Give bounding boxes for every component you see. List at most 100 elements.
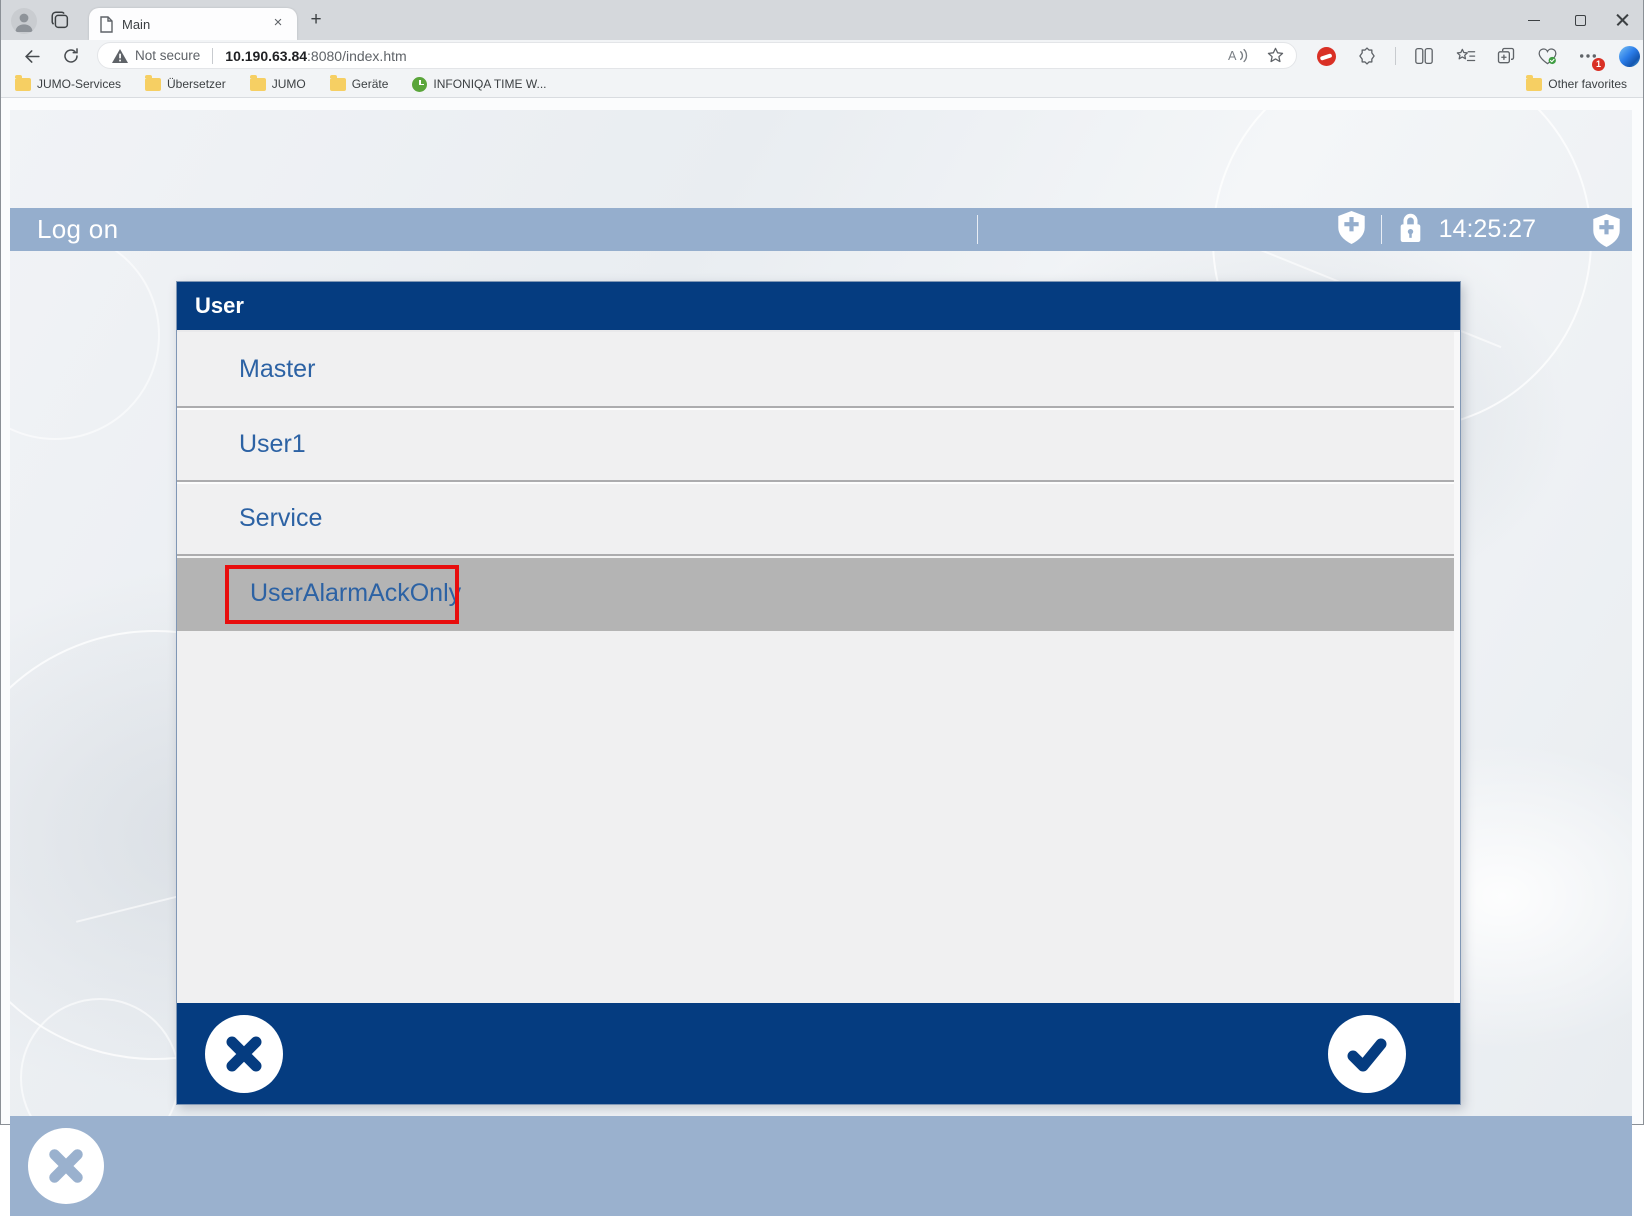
bookmark-jumo-services[interactable]: JUMO-Services — [15, 77, 121, 91]
cancel-x-icon — [44, 1144, 88, 1188]
split-screen-button[interactable] — [1411, 43, 1437, 69]
bookmark-jumo[interactable]: JUMO — [250, 77, 306, 91]
clock-display: 14:25:27 — [1439, 215, 1536, 244]
window-maximize-button[interactable] — [1557, 0, 1603, 40]
refresh-icon — [62, 47, 80, 65]
folder-icon — [1526, 78, 1542, 91]
clock-icon — [412, 77, 427, 92]
user-item-label: Master — [239, 355, 315, 384]
read-aloud-icon: A — [1228, 48, 1250, 64]
split-screen-icon — [1414, 47, 1434, 65]
site-security-button[interactable]: Not secure — [112, 48, 200, 63]
bottom-cancel-button[interactable] — [28, 1128, 104, 1204]
lock-icon — [1398, 212, 1423, 248]
user-item-master[interactable]: Master — [177, 332, 1454, 406]
annotation-red-box — [225, 565, 459, 624]
dialog-empty-area — [177, 631, 1454, 1003]
bookmark-label: Übersetzer — [167, 77, 226, 91]
window-minimize-button[interactable] — [1511, 0, 1557, 40]
browser-toolbar: Not secure 10.190.63.84:8080/index.htm A — [1, 40, 1643, 71]
folder-icon — [330, 78, 346, 91]
alarm-shield-button-right[interactable] — [1593, 214, 1620, 252]
notification-badge: 1 — [1592, 58, 1605, 71]
web-page: Log on 14:25:27 User — [1, 98, 1643, 1124]
extension-adblock-button[interactable] — [1313, 43, 1339, 69]
profile-avatar[interactable] — [11, 8, 37, 34]
folder-icon — [15, 78, 31, 91]
heart-pulse-icon — [1537, 47, 1558, 66]
page-bottom-bar — [10, 1116, 1632, 1216]
favorites-bar-button[interactable] — [1452, 43, 1478, 69]
cancel-button[interactable] — [205, 1015, 283, 1093]
user-list: Master User1 Service UserAlarmAckOnly — [177, 332, 1460, 1003]
app-header-bar: Log on 14:25:27 — [10, 208, 1632, 251]
badge-seal-icon — [1357, 46, 1377, 66]
bookmark-label: INFONIQA TIME W... — [433, 77, 546, 91]
browser-window: Main × + Not secure 10.190.63.84:8080/in… — [0, 0, 1644, 1125]
other-favorites-label: Other favorites — [1548, 77, 1627, 91]
bookmark-uebersetzer[interactable]: Übersetzer — [145, 77, 226, 91]
back-button[interactable] — [19, 43, 45, 69]
bookmark-label: JUMO-Services — [37, 77, 121, 91]
tab-main[interactable]: Main × — [89, 8, 297, 40]
dialog-title: User — [195, 293, 244, 319]
user-item-label: Service — [239, 504, 322, 533]
window-close-button[interactable] — [1599, 0, 1644, 40]
workspaces-icon[interactable] — [49, 9, 71, 36]
header-divider — [977, 215, 978, 244]
collections-button[interactable] — [1493, 43, 1519, 69]
alarm-shield-button[interactable] — [1338, 211, 1365, 249]
url-path: :8080/index.htm — [307, 48, 407, 64]
dialog-footer — [177, 1003, 1460, 1104]
user-select-dialog: User Master User1 Service UserAlarmAckOn… — [176, 281, 1461, 1105]
browser-essentials-button[interactable] — [1534, 43, 1560, 69]
folder-icon — [145, 78, 161, 91]
user-item-useralarmackonly[interactable]: UserAlarmAckOnly — [177, 554, 1454, 631]
new-tab-button[interactable]: + — [304, 9, 328, 33]
confirm-check-icon — [1343, 1030, 1391, 1078]
adblock-icon — [1317, 47, 1336, 66]
dialog-header: User — [177, 282, 1460, 332]
person-icon — [11, 8, 37, 34]
favorite-star-button[interactable] — [1262, 43, 1288, 69]
folder-icon — [250, 78, 266, 91]
user-item-label: User1 — [239, 430, 306, 459]
copilot-button[interactable] — [1616, 43, 1642, 69]
star-icon — [1266, 46, 1285, 65]
refresh-button[interactable] — [58, 43, 84, 69]
address-bar[interactable]: Not secure 10.190.63.84:8080/index.htm A — [97, 42, 1297, 69]
page-icon — [99, 16, 114, 33]
cancel-x-icon — [221, 1031, 267, 1077]
copilot-icon — [1619, 46, 1640, 67]
bookmark-label: Geräte — [352, 77, 389, 91]
bookmarks-bar: JUMO-Services Übersetzer JUMO Geräte INF… — [1, 71, 1643, 98]
url-divider — [212, 48, 213, 64]
extension-badge-button[interactable] — [1354, 43, 1380, 69]
minimize-icon — [1528, 20, 1540, 21]
other-favorites-button[interactable]: Other favorites — [1526, 77, 1627, 91]
favorites-list-icon — [1455, 47, 1476, 66]
bookmark-label: JUMO — [272, 77, 306, 91]
collections-icon — [1496, 46, 1516, 66]
svg-text:A: A — [1228, 49, 1237, 63]
user-item-user1[interactable]: User1 — [177, 406, 1454, 480]
read-aloud-button[interactable]: A — [1226, 43, 1252, 69]
back-arrow-icon — [23, 47, 42, 66]
shield-plus-icon — [1593, 214, 1620, 247]
warning-triangle-icon — [112, 49, 128, 63]
maximize-icon — [1575, 15, 1586, 26]
toolbar-divider — [1395, 47, 1396, 65]
shield-plus-icon — [1338, 211, 1365, 244]
url-text: 10.190.63.84:8080/index.htm — [225, 48, 1226, 64]
tab-title: Main — [122, 17, 269, 32]
confirm-button[interactable] — [1328, 1015, 1406, 1093]
user-item-service[interactable]: Service — [177, 480, 1454, 554]
bookmark-infoniqa[interactable]: INFONIQA TIME W... — [412, 77, 546, 92]
page-title: Log on — [37, 214, 118, 245]
bookmark-geraete[interactable]: Geräte — [330, 77, 389, 91]
header-divider — [1381, 215, 1382, 244]
close-icon — [1616, 14, 1629, 27]
tab-close-icon[interactable]: × — [269, 15, 287, 33]
browser-tab-bar: Main × + — [1, 0, 1643, 40]
settings-more-button[interactable]: 1 — [1575, 43, 1601, 69]
